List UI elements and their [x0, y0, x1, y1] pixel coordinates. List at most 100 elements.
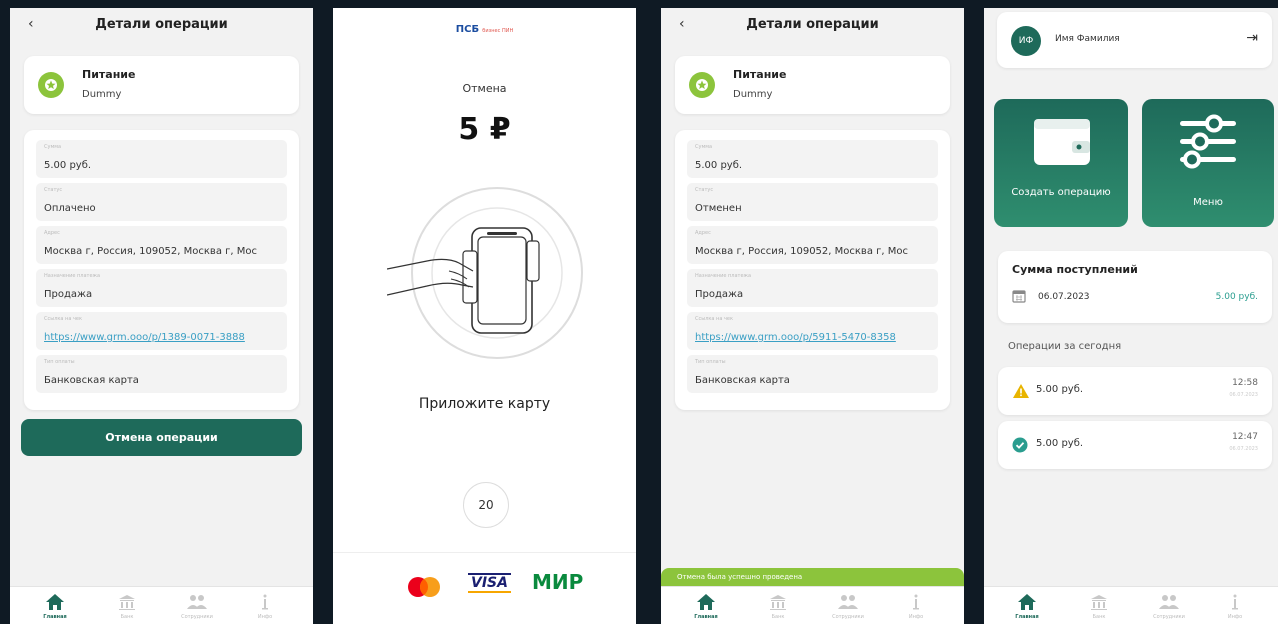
field-label: Сумма [695, 144, 713, 150]
payment-screen: ПСБ бизнес ПИН Отмена 5 ₽ Приложите карт… [333, 8, 636, 624]
card-brands: VISA МИР [333, 552, 636, 624]
employees-icon [187, 595, 207, 609]
payment-status: Отмена [462, 82, 507, 95]
tab-label: Главная [694, 614, 718, 620]
dashboard-screen: ИФ Имя Фамилия ⇥ Создать операцию Меню С… [984, 8, 1278, 624]
field-label: Назначение платежа [695, 273, 752, 279]
tab-info[interactable]: Инфо [891, 592, 941, 620]
tab-bar: Главная Банк Сотрудники Инфо [10, 586, 313, 624]
tab-info[interactable]: Инфо [240, 592, 290, 620]
info-icon [1232, 594, 1238, 610]
tab-label: Инфо [908, 614, 924, 620]
calendar-icon [1012, 290, 1026, 303]
tab-bank[interactable]: Банк [1074, 592, 1124, 620]
income-sum: 5.00 руб. [1215, 292, 1258, 302]
field-label: Ссылка на чек [44, 316, 83, 322]
field-value: Москва г, Россия, 109052, Москва г, Мос [695, 246, 908, 257]
payment-instruction: Приложите карту [418, 396, 551, 412]
status-field: Статус Оплачено [36, 183, 287, 221]
tap-card-illustration [387, 187, 583, 359]
info-icon [913, 594, 919, 610]
operation-time: 12:58 [1232, 378, 1258, 388]
field-value: Отменен [695, 203, 742, 214]
address-field: Адрес Москва г, Россия, 109052, Москва г,… [36, 226, 287, 264]
field-label: Статус [695, 187, 714, 193]
tab-employees[interactable]: Сотрудники [172, 592, 222, 620]
category-subtitle: Dummy [733, 89, 773, 100]
warning-icon [1013, 384, 1029, 398]
menu-tile[interactable]: Меню [1142, 99, 1274, 227]
field-value: Банковская карта [695, 375, 790, 386]
receipt-link[interactable]: https://www.grm.ooo/p/1389-0071-3888 [44, 332, 279, 343]
field-label: Статус [44, 187, 63, 193]
countdown-timer: 20 [463, 482, 509, 528]
cancel-operation-button[interactable]: Отмена операции [21, 419, 302, 456]
avatar[interactable]: ИФ [1011, 26, 1041, 56]
logout-icon[interactable]: ⇥ [1246, 30, 1258, 46]
category-title: Питание [733, 68, 787, 81]
field-label: Назначение платежа [44, 273, 101, 279]
star-icon [689, 72, 715, 98]
receipt-field: Ссылка на чек https://www.grm.ooo/p/5911-… [687, 312, 938, 350]
mir-logo: МИР [532, 570, 584, 594]
tab-label: Банк [1092, 614, 1106, 620]
operation-amount: 5.00 руб. [1036, 384, 1084, 395]
tab-home[interactable]: Главная [30, 592, 80, 620]
home-icon [697, 594, 715, 610]
receipt-link[interactable]: https://www.grm.ooo/p/5911-5470-8358 [695, 332, 930, 343]
tab-label: Главная [43, 614, 67, 620]
field-value: Оплачено [44, 203, 96, 214]
category-title: Питание [82, 68, 136, 81]
home-icon [46, 594, 64, 610]
header: ‹ Детали операции [10, 8, 313, 42]
income-title: Сумма поступлений [1012, 263, 1138, 276]
details-screen-cancel: ‹ Детали операции Питание Dummy Сумма 5.0… [10, 8, 313, 624]
tab-employees[interactable]: Сотрудники [1144, 592, 1194, 620]
sliders-icon [1180, 114, 1236, 169]
field-label: Сумма [44, 144, 62, 150]
visa-logo: VISA [468, 573, 511, 593]
operation-item[interactable]: 5.00 руб. 12:47 06.07.2023 [998, 421, 1272, 469]
tab-label: Сотрудники [181, 614, 213, 620]
tab-label: Инфо [1227, 614, 1243, 620]
mastercard-icon [408, 577, 440, 597]
field-value: Москва г, Россия, 109052, Москва г, Мос [44, 246, 257, 257]
operation-amount: 5.00 руб. [1036, 438, 1084, 449]
user-bar: ИФ Имя Фамилия ⇥ [997, 12, 1272, 68]
payment-type-field: Тип оплаты Банковская карта [687, 355, 938, 393]
field-label: Адрес [695, 230, 711, 236]
operation-date: 06.07.2023 [1229, 446, 1258, 452]
tab-label: Банк [120, 614, 134, 620]
details-screen-cancelled: ‹ Детали операции Питание Dummy Сумма 5.0… [661, 8, 964, 624]
employees-icon [838, 595, 858, 609]
income-date: 06.07.2023 [1038, 292, 1090, 302]
tab-bank[interactable]: Банк [102, 592, 152, 620]
bank-icon [770, 595, 786, 610]
tab-info[interactable]: Инфо [1210, 592, 1260, 620]
field-label: Тип оплаты [695, 359, 726, 365]
field-value: Продажа [695, 289, 744, 300]
tab-bank[interactable]: Банк [753, 592, 803, 620]
today-title: Операции за сегодня [1008, 341, 1122, 352]
field-label: Ссылка на чек [695, 316, 734, 322]
tab-home[interactable]: Главная [1002, 592, 1052, 620]
category-card: Питание Dummy [675, 56, 950, 114]
logo-subtext: бизнес ПИН [482, 28, 514, 34]
page-title: Детали операции [95, 17, 228, 32]
psb-logo: ПСБ бизнес ПИН [333, 24, 636, 35]
tab-bar: Главная Банк Сотрудники Инфо [661, 586, 964, 624]
address-field: Адрес Москва г, Россия, 109052, Москва г,… [687, 226, 938, 264]
receipt-field: Ссылка на чек https://www.grm.ooo/p/1389-… [36, 312, 287, 350]
tab-employees[interactable]: Сотрудники [823, 592, 873, 620]
check-circle-icon [1012, 437, 1028, 453]
purpose-field: Назначение платежа Продажа [687, 269, 938, 307]
amount-field: Сумма 5.00 руб. [687, 140, 938, 178]
category-subtitle: Dummy [82, 89, 122, 100]
amount-field: Сумма 5.00 руб. [36, 140, 287, 178]
user-name: Имя Фамилия [1055, 34, 1120, 44]
operation-date: 06.07.2023 [1229, 392, 1258, 398]
tab-label: Сотрудники [832, 614, 864, 620]
operation-item[interactable]: 5.00 руб. 12:58 06.07.2023 [998, 367, 1272, 415]
tab-home[interactable]: Главная [681, 592, 731, 620]
create-operation-tile[interactable]: Создать операцию [994, 99, 1128, 227]
